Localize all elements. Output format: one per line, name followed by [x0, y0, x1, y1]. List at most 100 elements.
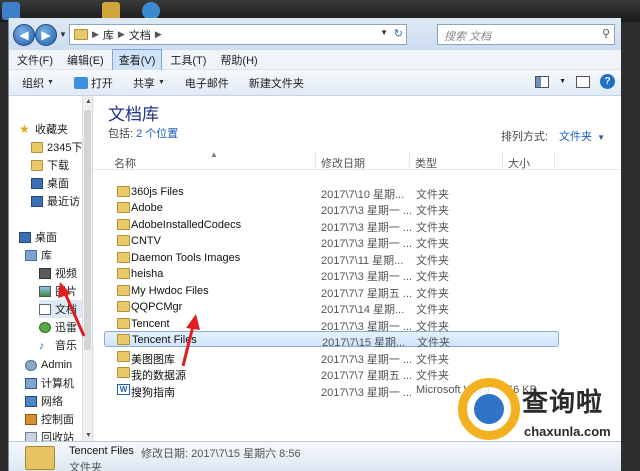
- help-icon[interactable]: ?: [600, 74, 615, 89]
- breadcrumb-documents[interactable]: 文档: [129, 27, 151, 43]
- recent-pages-dropdown-icon[interactable]: ▼: [59, 30, 67, 39]
- scrollbar-thumb[interactable]: [84, 110, 91, 350]
- folder-icon: [117, 301, 130, 312]
- file-type: 文件夹: [417, 337, 450, 349]
- address-row: ◀ ▶ ▼ ▶ 库 ▶ 文档 ▶ ▼ ↻ 搜索 文档 ⚲: [9, 18, 621, 50]
- folder-icon: [117, 186, 130, 197]
- folder-icon: [117, 202, 130, 213]
- column-name[interactable]: 名称: [114, 155, 136, 171]
- chevron-down-icon[interactable]: ▼: [597, 133, 605, 142]
- control-panel-icon: [25, 413, 37, 425]
- scroll-up-icon[interactable]: ▲: [85, 98, 92, 105]
- file-name: heisha: [131, 268, 164, 280]
- file-name: Adobe: [131, 202, 163, 214]
- file-date: 2017\7\15 星期...: [322, 337, 406, 349]
- command-toolbar: 组织 ▼ 打开 共享 ▼ 电子邮件 新建文件夹 ▼ ?: [9, 70, 621, 96]
- file-name: QQPCMgr: [131, 301, 183, 313]
- change-view-icon[interactable]: [535, 75, 550, 88]
- column-divider[interactable]: [502, 152, 503, 168]
- list-item[interactable]: 美图图库 2017\7\3 星期一 ... 文件夹: [107, 349, 557, 366]
- column-type[interactable]: 类型: [415, 155, 437, 171]
- arrange-by-dropdown[interactable]: 文件夹: [559, 131, 592, 143]
- menu-file[interactable]: 文件(F): [11, 50, 59, 70]
- column-date[interactable]: 修改日期: [321, 155, 365, 171]
- list-item[interactable]: QQPCMgr 2017\7\14 星期... 文件夹: [107, 299, 557, 316]
- recent-places-icon: [31, 195, 43, 207]
- list-item-selected[interactable]: Tencent Files 2017\7\15 星期... 文件夹: [104, 331, 559, 349]
- chevron-right-icon[interactable]: ▶: [155, 29, 162, 40]
- column-divider[interactable]: [409, 152, 410, 168]
- chevron-right-icon[interactable]: ▶: [118, 29, 125, 40]
- forward-button[interactable]: ▶: [35, 24, 57, 46]
- organize-label: 组织: [22, 77, 44, 90]
- file-date: 2017\7\7 星期五 ...: [321, 370, 413, 382]
- sort-ascending-icon: ▲: [210, 150, 218, 159]
- document-icon: [39, 303, 51, 315]
- view-options-dropdown-icon[interactable]: ▼: [559, 78, 566, 85]
- list-item[interactable]: CNTV 2017\7\3 星期一 ... 文件夹: [107, 233, 557, 250]
- address-bar[interactable]: ▶ 库 ▶ 文档 ▶ ▼ ↻: [69, 24, 407, 45]
- sidebar-item-label: 迅雷: [55, 322, 77, 334]
- file-name: 我的数据源: [131, 370, 186, 382]
- menu-help[interactable]: 帮助(H): [214, 50, 263, 70]
- address-history-dropdown-icon[interactable]: ▼: [380, 28, 388, 37]
- menu-tools[interactable]: 工具(T): [164, 50, 212, 70]
- column-divider[interactable]: [315, 152, 316, 168]
- organize-button[interactable]: 组织 ▼: [15, 72, 61, 94]
- preview-pane-icon[interactable]: [576, 75, 590, 88]
- list-item[interactable]: My Hwdoc Files 2017\7\7 星期五 ... 文件夹: [107, 283, 557, 300]
- menu-bar: 文件(F) 编辑(E) 查看(V) 工具(T) 帮助(H): [9, 48, 621, 71]
- star-icon: ★: [19, 122, 30, 136]
- search-input[interactable]: 搜索 文档 ⚲: [437, 24, 615, 45]
- folder-icon: [117, 367, 130, 378]
- chevron-right-icon[interactable]: ▶: [92, 29, 99, 40]
- open-button[interactable]: 打开: [67, 72, 120, 94]
- list-item[interactable]: Tencent 2017\7\3 星期一 ... 文件夹: [107, 316, 557, 333]
- watermark-text: 查询啦: [522, 387, 604, 417]
- column-size[interactable]: 大小: [508, 155, 530, 171]
- menu-edit[interactable]: 编辑(E): [61, 50, 110, 70]
- file-date: 2017\7\3 星期一 ...: [321, 238, 413, 250]
- library-header: 文档库 包括: 2 个位置 排列方式: 文件夹 ▼: [94, 96, 621, 150]
- toolbar-right-group: ▼ ?: [535, 74, 615, 89]
- new-folder-label: 新建文件夹: [248, 77, 304, 90]
- file-name: My Hwdoc Files: [131, 285, 209, 297]
- back-button[interactable]: ◀: [13, 24, 35, 46]
- watermark-url: chaxunla.com: [524, 424, 611, 439]
- share-button[interactable]: 共享 ▼: [126, 72, 172, 94]
- list-item[interactable]: Adobe 2017\7\3 星期一 ... 文件夹: [107, 200, 557, 217]
- list-item[interactable]: Daemon Tools Images 2017\7\11 星期... 文件夹: [107, 250, 557, 267]
- list-item[interactable]: AdobeInstalledCodecs 2017\7\3 星期一 ... 文件夹: [107, 217, 557, 234]
- computer-icon: [25, 377, 37, 389]
- file-name: Tencent Files: [132, 334, 197, 346]
- download-folder-icon: [31, 159, 43, 171]
- menu-view[interactable]: 查看(V): [111, 48, 163, 71]
- open-icon: [73, 76, 88, 89]
- list-item[interactable]: heisha 2017\7\3 星期一 ... 文件夹: [107, 266, 557, 283]
- sidebar-scrollbar[interactable]: ▲ ▼: [82, 96, 92, 441]
- user-icon: [25, 359, 37, 371]
- includes-locations-link[interactable]: 2 个位置: [136, 128, 178, 140]
- search-icon[interactable]: ⚲: [602, 27, 610, 40]
- sidebar-item-label: 收藏夹: [35, 124, 68, 136]
- list-item[interactable]: 360js Files 2017\7\10 星期... 文件夹: [107, 184, 557, 201]
- desktop-icon: [31, 177, 43, 189]
- watermark-logo: 查询啦 chaxunla.com: [458, 378, 634, 456]
- new-folder-button[interactable]: 新建文件夹: [242, 72, 311, 94]
- folder-icon: [117, 318, 130, 329]
- sidebar-item-label: 库: [41, 250, 52, 262]
- file-date: 2017\7\3 星期一 ...: [321, 387, 413, 399]
- folder-icon: [117, 252, 130, 263]
- breadcrumb-library[interactable]: 库: [103, 27, 114, 43]
- file-date: 2017\7\3 星期一 ...: [321, 271, 413, 283]
- file-type: 文件夹: [416, 238, 449, 250]
- scroll-down-icon[interactable]: ▼: [85, 432, 92, 439]
- column-divider[interactable]: [554, 152, 555, 168]
- file-type: 文件夹: [416, 205, 449, 217]
- folder-icon: [117, 285, 130, 296]
- column-header: 名称 ▲ 修改日期 类型 大小: [94, 150, 621, 170]
- refresh-icon[interactable]: ↻: [394, 27, 403, 40]
- sidebar-item-label: 文档: [55, 304, 77, 316]
- email-button[interactable]: 电子邮件: [178, 72, 236, 94]
- file-name: 360js Files: [131, 186, 184, 198]
